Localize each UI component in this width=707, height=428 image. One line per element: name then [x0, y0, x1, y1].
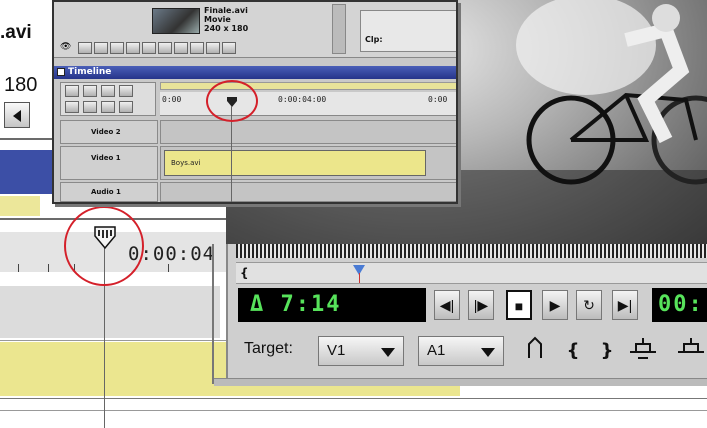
audio-target-value: A1 — [427, 342, 446, 359]
clip-label: Boys.avi — [171, 159, 201, 167]
divider — [0, 138, 52, 140]
ripple-tool-icon[interactable] — [101, 85, 115, 97]
track-video2[interactable] — [160, 120, 456, 144]
project-scrollbar[interactable] — [332, 4, 346, 54]
timecode-display-right[interactable]: 00: — [652, 288, 707, 322]
work-area-bar[interactable] — [0, 196, 40, 216]
toolbar-button[interactable] — [78, 42, 92, 54]
clip-dimensions: 240 x 180 — [204, 24, 249, 33]
in-point-icon: { — [240, 266, 249, 280]
ruler-tick — [168, 264, 169, 272]
track-header-video1[interactable]: Video 1 — [60, 146, 158, 180]
clip-name: Finale.avi — [204, 6, 248, 15]
close-box-icon[interactable] — [57, 68, 65, 76]
highlight-circle-large — [64, 206, 144, 286]
toolbar-button[interactable] — [142, 42, 156, 54]
project-panel: Finale.avi Movie 240 x 180 Clp: 👁 — [54, 2, 456, 58]
screenshot-stage: .avi 180 0:00:04 {Δ 7:14 ◀| |▶ ■ ▶ ↻ ▶|… — [0, 0, 707, 428]
range-tool-icon[interactable] — [83, 85, 97, 97]
track-label: Video 2 — [91, 128, 121, 136]
link-tool-icon[interactable] — [101, 101, 115, 113]
stop-button[interactable]: ■ — [506, 290, 532, 320]
toolbar-button[interactable] — [174, 42, 188, 54]
timeline-title-bar[interactable]: Timeline — [54, 66, 456, 79]
timecode-display[interactable]: Δ 7:14 — [238, 288, 426, 322]
in-out-tool-icon[interactable] — [119, 101, 133, 113]
marker-icon — [528, 336, 542, 358]
chevron-down-icon — [381, 348, 395, 357]
mark-out-button[interactable]: } — [592, 336, 622, 366]
timeline-ruler-small[interactable]: 0:00 0:00:04:00 0:00 — [160, 92, 456, 116]
chevron-down-icon — [481, 348, 495, 357]
frame-forward-button[interactable]: |▶ — [468, 290, 494, 320]
target-label: Target: — [244, 340, 293, 357]
video-target-select[interactable]: V1 — [318, 336, 404, 366]
extract-icon — [678, 338, 704, 353]
scrub-bar[interactable]: { — [236, 262, 707, 284]
clip-type: Movie — [204, 15, 231, 24]
video-target-value: V1 — [327, 342, 346, 359]
frame-back-button[interactable]: ◀| — [434, 290, 460, 320]
video-clip-small[interactable]: Boys.avi — [164, 150, 426, 176]
hand-tool-icon[interactable] — [65, 101, 79, 113]
panel-left-edge — [212, 244, 214, 384]
clip-thumbnail[interactable] — [152, 8, 200, 34]
play-button[interactable]: ▶ — [542, 290, 568, 320]
divider — [0, 398, 707, 399]
timeline-title: Timeline — [68, 67, 112, 77]
ruler-tick — [48, 264, 49, 272]
track-header-audio1[interactable]: Audio 1 — [60, 182, 158, 202]
toolbar-button[interactable] — [126, 42, 140, 54]
toolbar-button[interactable] — [206, 42, 220, 54]
toolbar-button[interactable] — [110, 42, 124, 54]
next-edit-button[interactable]: ▶| — [612, 290, 638, 320]
track-row — [0, 286, 220, 338]
track-label: Video 1 — [91, 154, 121, 162]
ruler-label: 0:00 — [162, 95, 182, 104]
toolbar-button[interactable] — [94, 42, 108, 54]
clip-info: Finale.avi Movie 240 x 180 — [204, 6, 248, 33]
divider — [0, 410, 707, 411]
ruler-label: 0:00 — [428, 95, 448, 104]
highlight-circle-small — [206, 80, 258, 122]
track-header-video2[interactable]: Video 2 — [60, 120, 158, 144]
selection-tool-icon[interactable] — [65, 85, 79, 97]
toolbar-button[interactable] — [190, 42, 204, 54]
extract-button[interactable] — [676, 336, 706, 366]
binoculars-icon[interactable]: 👁 — [60, 42, 71, 52]
jog-shuttle-strip[interactable] — [236, 244, 707, 258]
mark-in-button[interactable]: { — [558, 336, 588, 366]
toolbar-button[interactable] — [222, 42, 236, 54]
step-back-button[interactable] — [4, 102, 30, 128]
razor-tool-icon[interactable] — [119, 85, 133, 97]
ruler-label: 0:00:04:00 — [278, 95, 327, 104]
audio-target-select[interactable]: A1 — [418, 336, 504, 366]
clip-panel: Clp: — [360, 10, 456, 52]
lift-button[interactable] — [628, 336, 658, 366]
panel-bottom-edge — [214, 378, 707, 386]
work-area-bar-small[interactable] — [160, 82, 456, 90]
timeline-tool-palette — [60, 82, 156, 116]
zoom-tool-icon[interactable] — [83, 101, 97, 113]
add-marker-button[interactable] — [520, 336, 550, 366]
frame-count-fragment: 180 — [4, 74, 38, 96]
track-label: Audio 1 — [91, 188, 121, 196]
lift-icon — [630, 338, 656, 359]
toolbar-button[interactable] — [158, 42, 172, 54]
marker-line — [359, 273, 360, 283]
clip-panel-label: Clp: — [365, 35, 383, 44]
loop-button[interactable]: ↻ — [576, 290, 602, 320]
ruler-tick — [18, 264, 19, 272]
clip-title-fragment: .avi — [0, 22, 32, 43]
track-audio1[interactable] — [160, 182, 456, 202]
selected-track-header — [0, 150, 60, 194]
